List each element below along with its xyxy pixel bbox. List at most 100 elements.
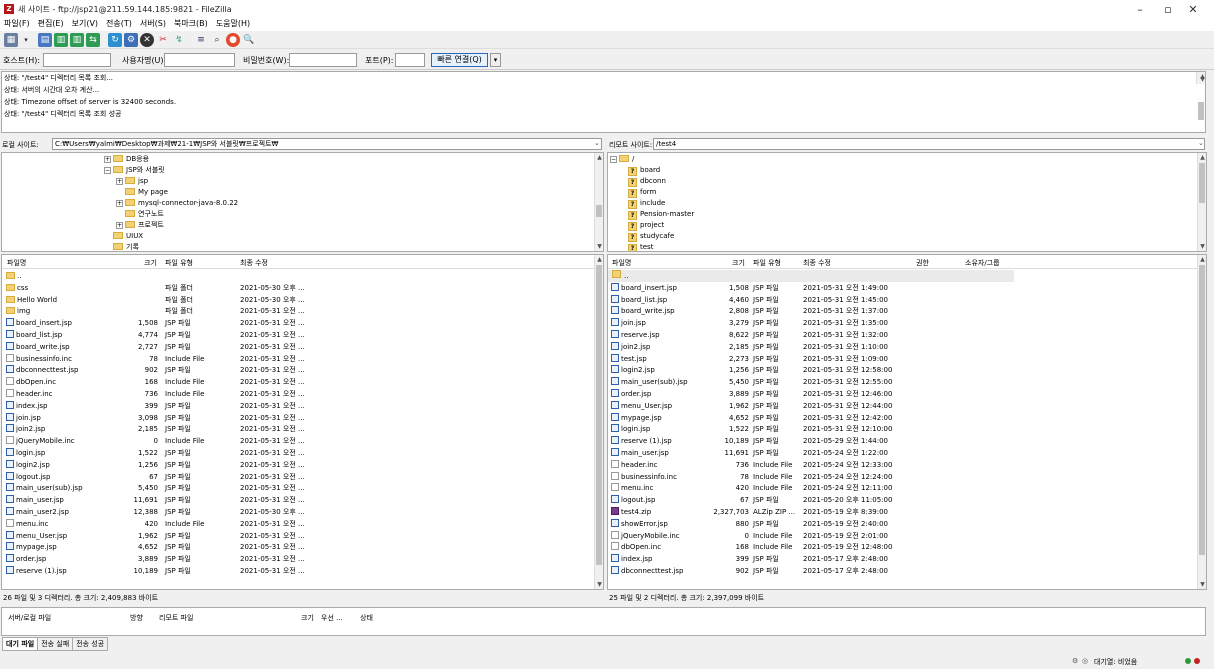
local-path-input[interactable]: C:₩Users₩yalmi₩Desktop₩과제₩21-1₩JSP와 서블릿₩…: [52, 138, 602, 150]
file-row[interactable]: img 파일 폴더 2021-05-31 오전 ...: [2, 305, 603, 317]
disconnect-icon[interactable]: ✂: [156, 33, 170, 47]
file-row[interactable]: test.jsp 2,273 JSP 파일 2021-05-31 오전 1:09:00: [608, 353, 1206, 365]
column-type[interactable]: 파일 유형: [165, 258, 193, 268]
file-row[interactable]: dbconnecttest.jsp 902 JSP 파일 2021-05-17 오후 …: [608, 565, 1206, 577]
file-row[interactable]: jQueryMobile.inc 0 Include File 2021-05-31 …: [2, 435, 603, 447]
column-permissions[interactable]: 권한: [916, 258, 929, 268]
tree-node[interactable]: + DB응용: [104, 154, 149, 165]
file-row[interactable]: index.jsp 399 JSP 파일 2021-05-17 오후 2:48:00: [608, 553, 1206, 565]
scroll-thumb[interactable]: [1199, 265, 1205, 555]
column-filename[interactable]: 파일명: [7, 258, 26, 268]
file-row[interactable]: login2.jsp 1,256 JSP 파일 2021-05-31 오전 ...: [2, 459, 603, 471]
tree-node[interactable]: ? studycafe: [628, 231, 674, 242]
file-row[interactable]: dbconnecttest.jsp 902 JSP 파일 2021-05-31 오전 …: [2, 364, 603, 376]
file-row[interactable]: showError.jsp 880 JSP 파일 2021-05-19 오전 2:40…: [608, 518, 1206, 530]
file-row[interactable]: css 파일 폴더 2021-05-30 오후 ...: [2, 282, 603, 294]
file-row[interactable]: businessinfo.inc 78 Include File 2021-05-24…: [608, 471, 1206, 483]
sync-browsing-icon[interactable]: ●: [226, 33, 240, 47]
scroll-thumb[interactable]: [596, 205, 602, 217]
file-row[interactable]: board_write.jsp 2,808 JSP 파일 2021-05-31 오전 …: [608, 305, 1206, 317]
minimize-button[interactable]: –: [1127, 2, 1153, 18]
file-row[interactable]: reserve (1).jsp 10,189 JSP 파일 2021-05-31 오전…: [2, 565, 603, 577]
message-log[interactable]: 상태: "/test4" 디렉터리 목록 조회... 상태: 서버의 시간대 오…: [1, 71, 1206, 133]
file-row[interactable]: board_list.jsp 4,774 JSP 파일 2021-05-31 오전 .…: [2, 329, 603, 341]
file-row[interactable]: order.jsp 3,889 JSP 파일 2021-05-31 오전 ...: [2, 553, 603, 565]
tree-node[interactable]: 기록: [113, 242, 139, 251]
file-row[interactable]: mypage.jsp 4,652 JSP 파일 2021-05-31 오전 12:42…: [608, 412, 1206, 424]
file-row[interactable]: join.jsp 3,279 JSP 파일 2021-05-31 오전 1:35:00: [608, 317, 1206, 329]
tree-node[interactable]: ? project: [628, 220, 664, 231]
tree-node[interactable]: 연구노트: [125, 209, 164, 220]
remote-path-chevron-down-icon[interactable]: ⌄: [1198, 139, 1204, 147]
tree-node[interactable]: ? test: [628, 242, 653, 251]
file-row[interactable]: board_insert.jsp 1,508 JSP 파일 2021-05-31 오전…: [2, 317, 603, 329]
file-row[interactable]: menu.inc 420 Include File 2021-05-31 오전 ...: [2, 518, 603, 530]
close-button[interactable]: ✕: [1180, 2, 1206, 18]
tree-node[interactable]: ? form: [628, 187, 656, 198]
menu-help[interactable]: 도움말(H): [212, 17, 254, 30]
reconnect-icon[interactable]: ↯: [172, 33, 186, 47]
file-row[interactable]: board_list.jsp 4,460 JSP 파일 2021-05-31 오전 1…: [608, 294, 1206, 306]
file-row[interactable]: jQueryMobile.inc 0 Include File 2021-05-19 …: [608, 530, 1206, 542]
remote-directory-tree[interactable]: − / ? board ? dbconn ? form ? include ? Pensio…: [607, 152, 1207, 252]
file-row[interactable]: reserve.jsp 8,622 JSP 파일 2021-05-31 오전 1:32…: [608, 329, 1206, 341]
column-type[interactable]: 파일 유형: [753, 258, 781, 268]
transfer-queue[interactable]: 서버/로컬 파일 방향 리모트 파일 크기 우선 ... 상태: [1, 607, 1206, 636]
file-row[interactable]: join2.jsp 2,185 JSP 파일 2021-05-31 오전 1:10:0…: [608, 341, 1206, 353]
column-size[interactable]: 크기: [732, 258, 745, 268]
tree-node[interactable]: − /: [610, 154, 634, 165]
file-row[interactable]: logout.jsp 67 JSP 파일 2021-05-31 오전 ...: [2, 471, 603, 483]
file-row[interactable]: join2.jsp 2,185 JSP 파일 2021-05-31 오전 ...: [2, 423, 603, 435]
scroll-down-icon[interactable]: ▼: [1197, 75, 1206, 84]
column-owner-group[interactable]: 소유자/그룹: [965, 258, 1000, 268]
scroll-up-icon[interactable]: ▲: [595, 255, 603, 264]
file-row[interactable]: header.inc 736 Include File 2021-05-24 오전 1…: [608, 459, 1206, 471]
queue-column-server-local[interactable]: 서버/로컬 파일: [8, 613, 51, 623]
file-row[interactable]: logout.jsp 67 JSP 파일 2021-05-20 오후 11:05:00: [608, 494, 1206, 506]
file-row[interactable]: dbOpen.inc 168 Include File 2021-05-19 오전 1…: [608, 541, 1206, 553]
local-list-scrollbar[interactable]: ▲ ▼: [594, 255, 603, 589]
tab-failed-transfers[interactable]: 전송 실패: [37, 637, 74, 651]
filter-icon[interactable]: ≡: [194, 33, 208, 47]
file-row[interactable]: login2.jsp 1,256 JSP 파일 2021-05-31 오전 12:58…: [608, 364, 1206, 376]
site-manager-icon[interactable]: ▦: [4, 33, 18, 47]
file-row[interactable]: menu_User.jsp 1,962 JSP 파일 2021-05-31 오전 12…: [608, 400, 1206, 412]
menu-server[interactable]: 서버(S): [136, 17, 170, 30]
scroll-up-icon[interactable]: ▲: [1198, 255, 1206, 264]
quickconnect-history-dropdown[interactable]: ▾: [490, 53, 501, 67]
host-input[interactable]: [43, 53, 111, 67]
file-row[interactable]: main_user(sub).jsp 5,450 JSP 파일 2021-05-31 …: [608, 376, 1206, 388]
file-row[interactable]: main_user.jsp 11,691 JSP 파일 2021-05-24 오전 1…: [608, 447, 1206, 459]
tree-node[interactable]: − JSP와 서블릿: [104, 165, 165, 176]
scroll-thumb[interactable]: [596, 265, 602, 565]
file-row[interactable]: ..: [2, 270, 603, 282]
remote-path-input[interactable]: /test4: [653, 138, 1205, 150]
menu-view[interactable]: 보기(V): [68, 17, 102, 30]
menu-transfer[interactable]: 전송(T): [102, 17, 136, 30]
scroll-down-icon[interactable]: ▼: [595, 580, 603, 589]
file-row[interactable]: menu_User.jsp 1,962 JSP 파일 2021-05-31 오전 ..…: [2, 530, 603, 542]
queue-column-status[interactable]: 상태: [360, 613, 373, 623]
menu-file[interactable]: 파일(F): [0, 17, 34, 30]
remote-tree-scrollbar[interactable]: ▲ ▼: [1197, 153, 1206, 251]
tree-node[interactable]: UIUX: [113, 231, 143, 242]
site-manager-dropdown-icon[interactable]: ▾: [19, 33, 33, 47]
file-row[interactable]: main_user2.jsp 12,388 JSP 파일 2021-05-30 오후 …: [2, 506, 603, 518]
file-row[interactable]: dbOpen.inc 168 Include File 2021-05-31 오전 .…: [2, 376, 603, 388]
scroll-up-icon[interactable]: ▲: [1198, 153, 1206, 162]
tab-successful-transfers[interactable]: 전송 성공: [72, 637, 109, 651]
file-row[interactable]: board_insert.jsp 1,508 JSP 파일 2021-05-31 오전…: [608, 282, 1206, 294]
queue-column-direction[interactable]: 방향: [130, 613, 143, 623]
tree-node[interactable]: ? board: [628, 165, 660, 176]
scroll-up-icon[interactable]: ▲: [595, 153, 603, 162]
log-scrollbar[interactable]: ▲ ▼: [1196, 72, 1206, 120]
process-queue-icon[interactable]: ⚙: [124, 33, 138, 47]
tree-node[interactable]: My page: [125, 187, 168, 198]
directory-compare-icon[interactable]: ⌕: [210, 33, 224, 47]
cancel-operation-icon[interactable]: ✕: [140, 33, 154, 47]
file-row[interactable]: index.jsp 399 JSP 파일 2021-05-31 오전 ...: [2, 400, 603, 412]
column-filename[interactable]: 파일명: [612, 258, 631, 268]
search-remote-icon[interactable]: 🔍: [242, 33, 256, 47]
tree-node[interactable]: ? include: [628, 198, 665, 209]
toggle-remote-tree-icon[interactable]: ▥: [70, 33, 84, 47]
